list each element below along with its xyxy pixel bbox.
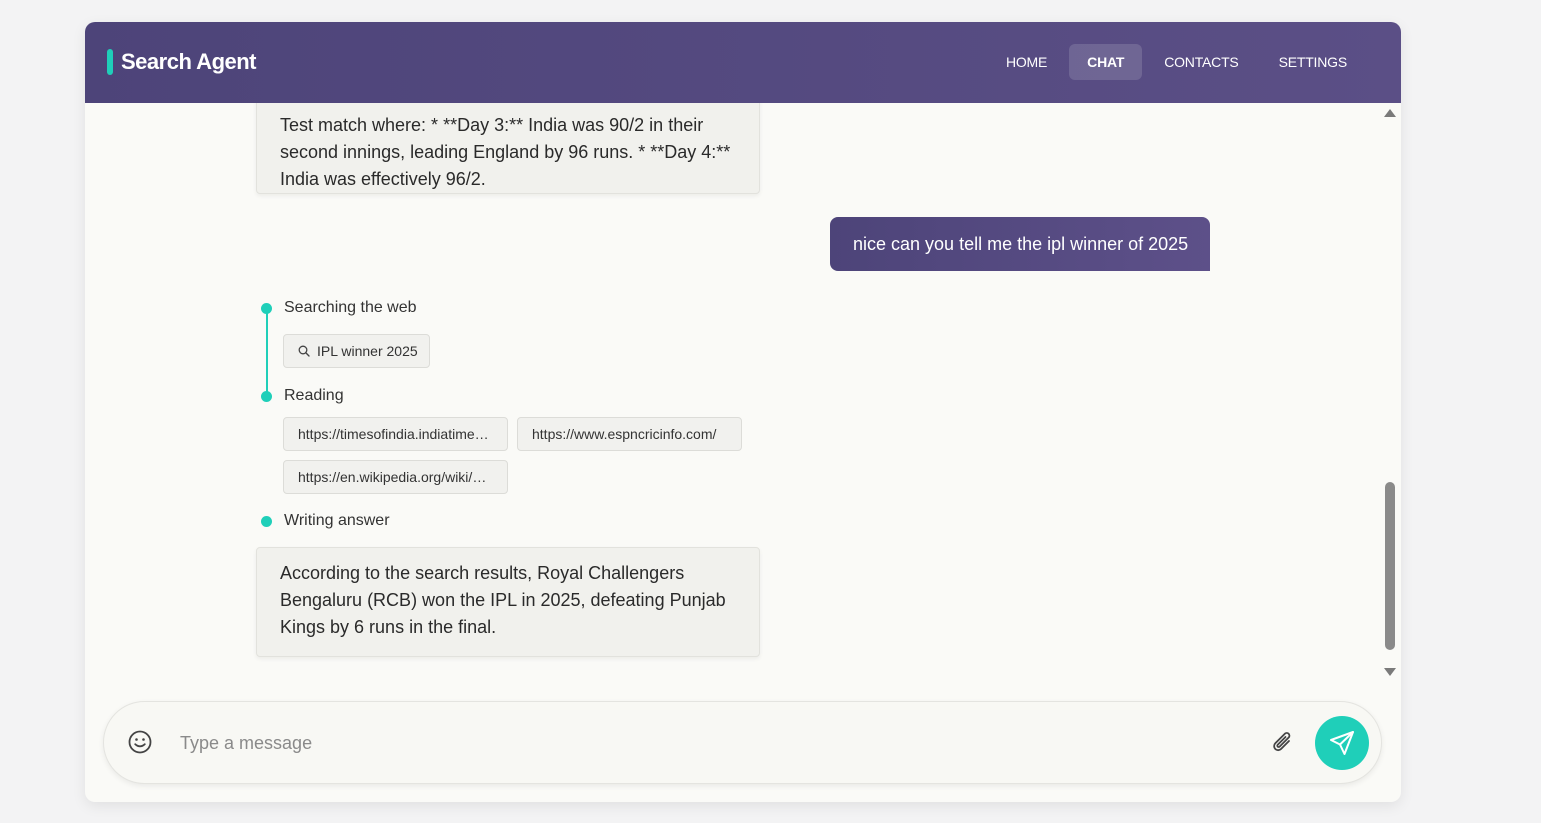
bot-message: Test match where: * **Day 3:** India was… xyxy=(256,103,760,194)
step-label: Reading xyxy=(284,387,344,404)
send-icon xyxy=(1330,731,1354,755)
search-icon xyxy=(298,345,310,357)
user-message: nice can you tell me the ipl winner of 2… xyxy=(830,217,1210,271)
nav-settings[interactable]: SETTINGS xyxy=(1261,44,1365,80)
brand-accent-bar xyxy=(107,49,113,75)
message-input[interactable] xyxy=(180,726,1260,760)
step-dot xyxy=(261,302,272,314)
step-label: Searching the web xyxy=(284,299,417,316)
main-nav: HOME CHAT CONTACTS SETTINGS xyxy=(988,44,1365,80)
attach-button[interactable] xyxy=(1270,729,1296,757)
app-window: Search Agent HOME CHAT CONTACTS SETTINGS… xyxy=(85,22,1401,802)
message-composer xyxy=(103,701,1382,784)
nav-contacts[interactable]: CONTACTS xyxy=(1146,44,1256,80)
nav-home[interactable]: HOME xyxy=(988,44,1065,80)
paperclip-icon xyxy=(1273,732,1291,752)
step-dot xyxy=(261,390,272,402)
source-link[interactable]: https://www.espncricinfo.com/ xyxy=(517,417,742,451)
step-searching: Searching the web xyxy=(261,299,417,317)
chat-thread[interactable]: Test match where: * **Day 3:** India was… xyxy=(85,103,1401,683)
brand: Search Agent xyxy=(107,49,257,75)
bot-answer: According to the search results, Royal C… xyxy=(256,547,760,657)
smiley-icon xyxy=(128,730,152,754)
source-link[interactable]: https://timesofindia.indiatimes.com/ xyxy=(283,417,508,451)
emoji-button[interactable] xyxy=(126,728,154,756)
step-label: Writing answer xyxy=(284,512,390,529)
search-query: IPL winner 2025 xyxy=(317,343,418,359)
step-reading: Reading xyxy=(261,387,344,405)
step-writing: Writing answer xyxy=(261,512,390,530)
source-link[interactable]: https://en.wikipedia.org/wiki/2025_India… xyxy=(283,460,508,494)
send-button[interactable] xyxy=(1315,716,1369,770)
step-dot xyxy=(261,515,272,527)
scrollbar-thumb[interactable] xyxy=(1385,482,1395,650)
timeline-connector xyxy=(266,313,268,397)
scroll-up-arrow-icon[interactable] xyxy=(1384,109,1396,117)
app-header: Search Agent HOME CHAT CONTACTS SETTINGS xyxy=(85,22,1401,103)
app-title: Search Agent xyxy=(121,49,257,74)
scroll-down-arrow-icon[interactable] xyxy=(1384,668,1396,676)
nav-chat[interactable]: CHAT xyxy=(1069,44,1143,80)
search-query-chip[interactable]: IPL winner 2025 xyxy=(283,334,430,368)
